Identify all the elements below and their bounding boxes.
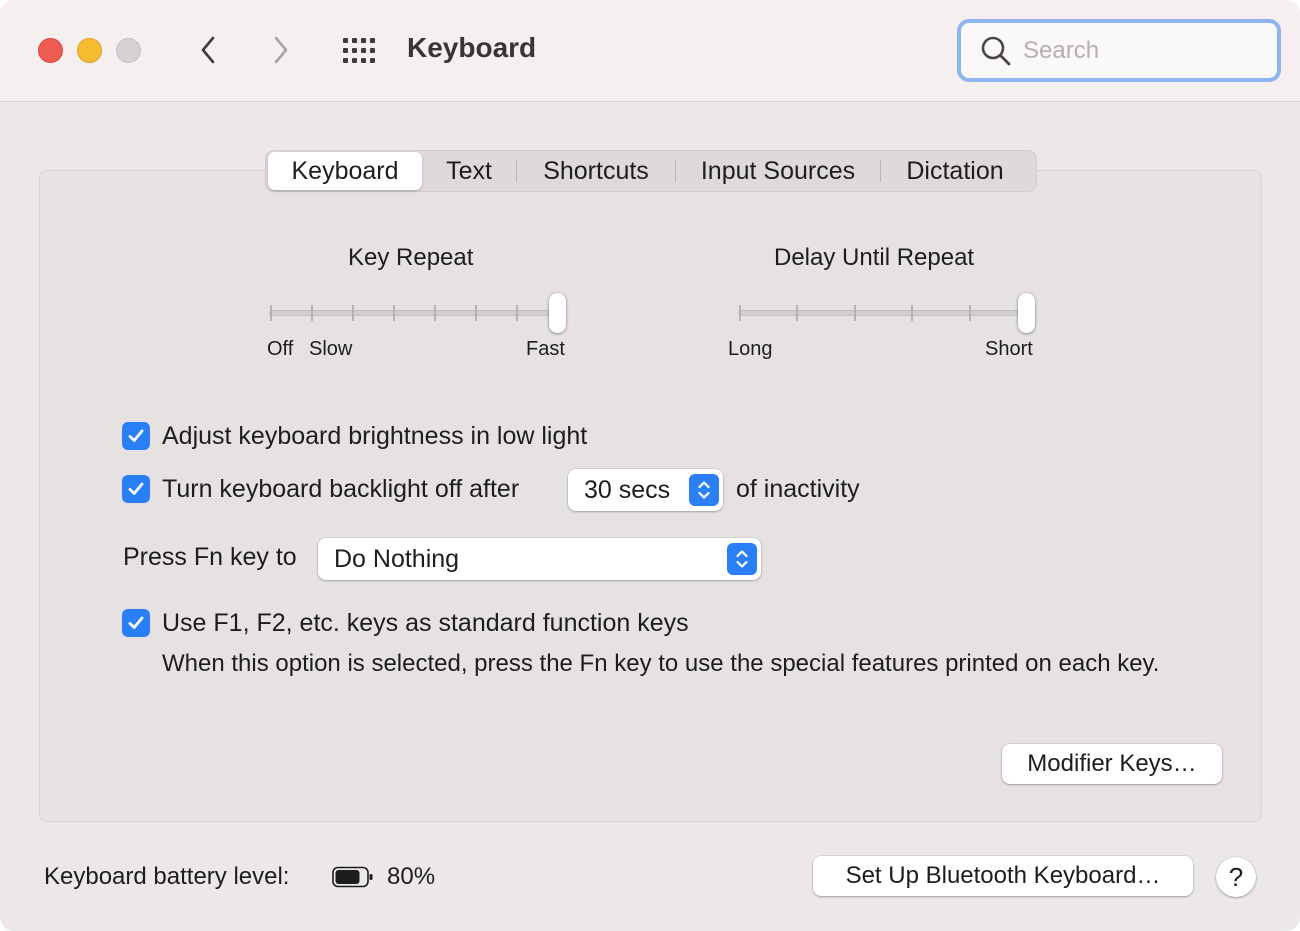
battery-icon	[332, 866, 373, 888]
slider-tick	[911, 305, 914, 321]
chevron-left-icon	[201, 36, 215, 64]
window-title: Keyboard	[407, 32, 537, 63]
function-keys-description: When this option is selected, press the …	[162, 650, 1160, 677]
brightness-checkbox[interactable]	[122, 422, 150, 450]
tab-dictation[interactable]: Dictation	[881, 152, 1029, 190]
title-bar: Keyboard	[0, 0, 1300, 102]
tab-input-sources[interactable]: Input Sources	[676, 152, 880, 190]
key-repeat-title: Key Repeat	[348, 244, 474, 271]
delay-until-repeat-thumb[interactable]	[1018, 293, 1035, 333]
slider-tick	[475, 305, 477, 321]
backlight-timeout-select[interactable]: 30 secs	[568, 469, 723, 511]
brightness-label: Adjust keyboard brightness in low light	[162, 422, 588, 450]
key-repeat-label-fast: Fast	[526, 338, 565, 360]
key-repeat-thumb[interactable]	[549, 293, 566, 333]
delay-label-short: Short	[985, 338, 1033, 360]
grid-icon	[343, 38, 375, 63]
slider-tick	[796, 305, 799, 321]
delay-label-long: Long	[728, 338, 773, 360]
back-button[interactable]	[188, 30, 228, 70]
key-repeat-label-off: Off	[267, 338, 294, 360]
modifier-keys-button[interactable]: Modifier Keys…	[1002, 744, 1222, 784]
setup-bluetooth-keyboard-button[interactable]: Set Up Bluetooth Keyboard…	[813, 856, 1193, 896]
chevron-right-icon	[274, 36, 288, 64]
fn-key-label: Press Fn key to	[123, 543, 297, 571]
slider-tick	[968, 305, 971, 321]
help-button[interactable]: ?	[1216, 857, 1256, 897]
search-field[interactable]	[957, 19, 1281, 82]
slider-tick	[393, 305, 395, 321]
function-keys-label: Use F1, F2, etc. keys as standard functi…	[162, 609, 689, 637]
backlight-label: Turn keyboard backlight off after	[162, 475, 520, 503]
delay-until-repeat-title: Delay Until Repeat	[774, 244, 975, 271]
backlight-suffix: of inactivity	[736, 475, 860, 503]
slider-tick	[270, 305, 272, 321]
delay-until-repeat-track[interactable]	[738, 310, 1029, 316]
slider-tick	[516, 305, 518, 321]
slider-tick	[434, 305, 436, 321]
key-repeat-label-slow: Slow	[309, 338, 353, 360]
slider-tick	[853, 305, 856, 321]
minimize-button[interactable]	[77, 38, 102, 63]
battery-level: 80%	[387, 863, 436, 890]
updown-arrows-icon	[689, 474, 719, 506]
fn-key-select[interactable]: Do Nothing	[318, 538, 761, 580]
backlight-checkbox[interactable]	[122, 475, 150, 503]
checkmark-icon	[128, 429, 144, 442]
forward-button[interactable]	[261, 30, 301, 70]
slider-tick	[739, 305, 741, 321]
search-icon	[981, 36, 1011, 65]
show-all-button[interactable]	[340, 34, 380, 68]
search-input[interactable]	[1023, 36, 1253, 65]
zoom-button[interactable]	[116, 38, 141, 63]
slider-tick	[311, 305, 313, 321]
preferences-window: Keyboard Keyboard Text Shortcuts Input S…	[0, 0, 1300, 931]
tab-text[interactable]: Text	[422, 152, 516, 190]
updown-arrows-icon	[727, 543, 757, 575]
checkmark-icon	[128, 616, 144, 629]
tab-keyboard[interactable]: Keyboard	[268, 152, 422, 190]
battery-label: Keyboard battery level:	[44, 863, 290, 890]
tab-bar: Keyboard Text Shortcuts Input Sources Di…	[265, 150, 1037, 192]
checkmark-icon	[128, 482, 144, 495]
backlight-timeout-value: 30 secs	[584, 475, 671, 504]
function-keys-checkbox[interactable]	[122, 609, 150, 637]
fn-key-value: Do Nothing	[334, 544, 460, 573]
slider-tick	[352, 305, 354, 321]
tab-shortcuts[interactable]: Shortcuts	[517, 152, 675, 190]
close-button[interactable]	[38, 38, 63, 63]
